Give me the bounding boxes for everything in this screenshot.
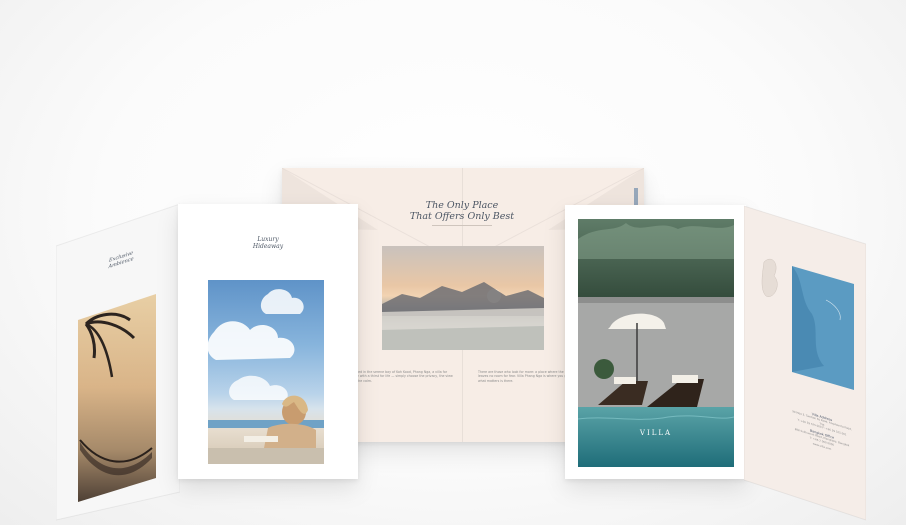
- right-back-panel: [744, 205, 866, 521]
- center-title-rule: [432, 225, 492, 226]
- beach-photo-icon: [208, 280, 324, 464]
- pool-photo-icon: VILLA: [578, 219, 734, 467]
- center-left-paragraph: Nestled in the serene bay of Koh Kood, P…: [350, 370, 453, 383]
- center-title-line-2: That Offers Only Best: [409, 210, 515, 222]
- right-front-panel: VILLA: [565, 205, 746, 479]
- left-outer-panel: [56, 203, 180, 521]
- sunset-photo-icon: [382, 246, 544, 350]
- left-inner-title-text: Luxury Hideaway: [252, 236, 284, 250]
- brochure-showcase: The Only Place That Offers Only Best Nes…: [0, 0, 906, 525]
- left-inner-title: Luxury Hideaway: [233, 236, 303, 251]
- villa-logo: VILLA: [634, 429, 678, 437]
- left-inner-panel: Luxury Hideaway: [178, 204, 358, 479]
- center-title: The Only Place That Offers Only Best: [392, 200, 532, 223]
- villa-logo-text: VILLA: [639, 429, 673, 437]
